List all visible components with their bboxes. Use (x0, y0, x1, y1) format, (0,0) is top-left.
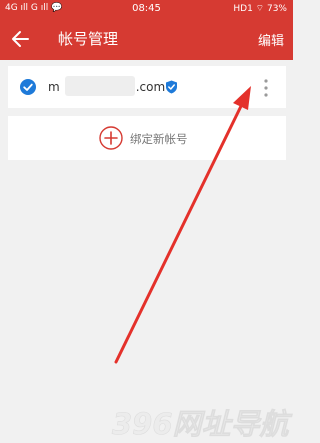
watermark-logo: 396网址导航 (112, 407, 293, 442)
watermark-text: 396网址导航 (112, 407, 293, 441)
annotation-arrow (114, 86, 251, 364)
